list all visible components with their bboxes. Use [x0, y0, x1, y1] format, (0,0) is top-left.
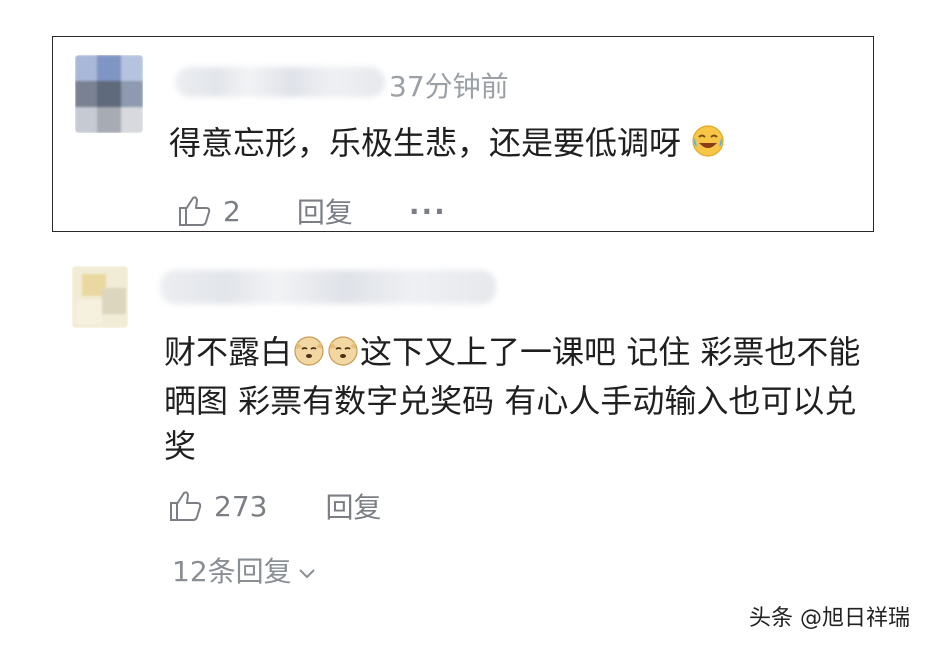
comment-text-line-3: 奖	[164, 427, 197, 465]
comment-text-content: 得意忘形，乐极生悲，还是要低调呀	[169, 124, 682, 162]
reply-button[interactable]: 回复	[297, 191, 353, 231]
comment-actions: 2 回复 ···	[177, 191, 447, 231]
avatar[interactable]	[75, 55, 143, 133]
comment-card-1: 37分钟前 得意忘形，乐极生悲，还是要低调呀 2 回复 ···	[52, 36, 874, 232]
avatar[interactable]	[72, 266, 128, 328]
thumbs-up-icon[interactable]	[168, 489, 204, 523]
like-count: 2	[223, 194, 241, 228]
comment-actions: 273 回复	[168, 486, 381, 526]
replies-count-label: 12条回复	[172, 555, 292, 588]
comment-text: 财不露白 这下又上了一课吧 记住 彩票也不能 晒图 彩票有数字兑奖码 有心人手动…	[164, 330, 864, 469]
comment-text: 得意忘形，乐极生悲，还是要低调呀	[169, 121, 725, 170]
username-blurred[interactable]	[175, 67, 385, 97]
comment-text-line-1: 财不露白 这下又上了一课吧 记住 彩票也不能	[164, 330, 864, 379]
more-dots-icon[interactable]: ···	[409, 195, 447, 228]
laughing-tears-emoji-icon	[691, 124, 725, 170]
username-blurred[interactable]	[160, 270, 496, 304]
comment-text-line-2: 晒图 彩票有数字兑奖码 有心人手动输入也可以兑	[164, 382, 857, 420]
view-replies-button[interactable]: 12条回复	[172, 550, 316, 590]
doge-emoji-icon	[326, 333, 360, 379]
like-count: 273	[214, 489, 268, 523]
comment-time: 37分钟前	[389, 70, 509, 103]
watermark: 头条 @旭日祥瑞	[749, 606, 910, 631]
doge-emoji-icon	[292, 333, 326, 379]
reply-button[interactable]: 回复	[325, 486, 381, 526]
chevron-down-icon	[298, 554, 316, 587]
thumbs-up-icon[interactable]	[177, 194, 213, 228]
